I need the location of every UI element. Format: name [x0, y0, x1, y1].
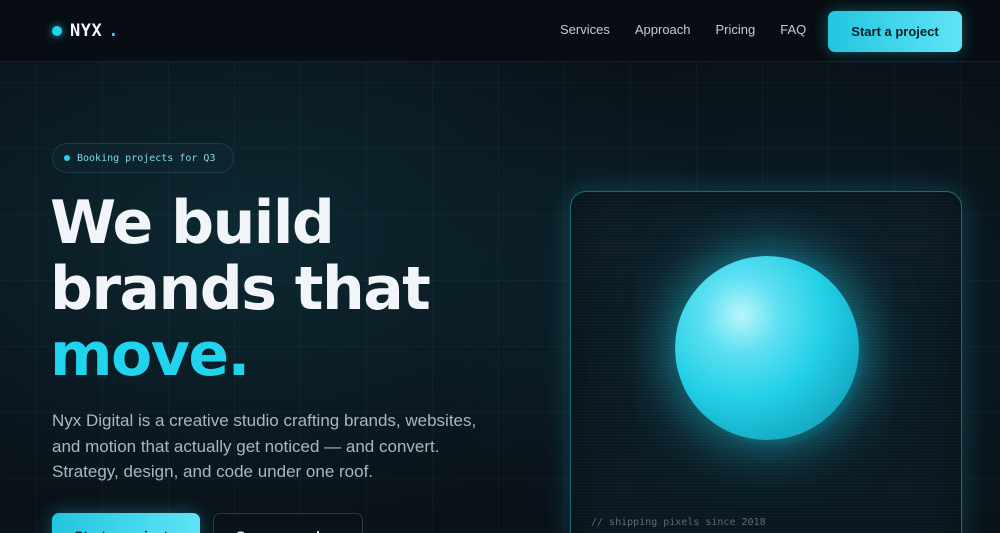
see-work-button[interactable]: See our work: [213, 513, 363, 533]
nav-link-faq[interactable]: FAQ: [780, 22, 806, 37]
availability-badge: Booking projects for Q3: [52, 143, 234, 173]
badge-text: Booking projects for Q3: [77, 152, 216, 164]
card-caption: // shipping pixels since 2018: [591, 517, 766, 528]
nav-link-pricing[interactable]: Pricing: [716, 22, 756, 37]
start-project-button[interactable]: Start a project: [52, 513, 200, 533]
nav-links: Services Approach Pricing FAQ: [560, 22, 831, 37]
logo-period: .: [108, 21, 119, 41]
status-dot-icon: [64, 155, 70, 161]
top-nav: NYX . Services Approach Pricing FAQ Star…: [0, 0, 1000, 62]
headline-line-1: We build: [50, 188, 335, 258]
glowing-orb-illustration: [675, 256, 859, 440]
headline-accent: move.: [50, 320, 250, 390]
logo-dot-icon: [52, 26, 62, 36]
nav-link-approach[interactable]: Approach: [635, 22, 691, 37]
hero-headline: We build brands that move.: [50, 188, 431, 390]
nav-link-services[interactable]: Services: [560, 22, 610, 37]
headline-line-2: brands that: [50, 254, 431, 324]
hero-visual-card: // shipping pixels since 2018: [570, 191, 962, 533]
page: NYX . Services Approach Pricing FAQ Star…: [0, 0, 1000, 533]
start-project-nav-button[interactable]: Start a project: [828, 11, 962, 52]
hero-lead: Nyx Digital is a creative studio craftin…: [52, 411, 477, 481]
logo-text: NYX: [70, 21, 103, 41]
logo[interactable]: NYX .: [52, 20, 118, 42]
